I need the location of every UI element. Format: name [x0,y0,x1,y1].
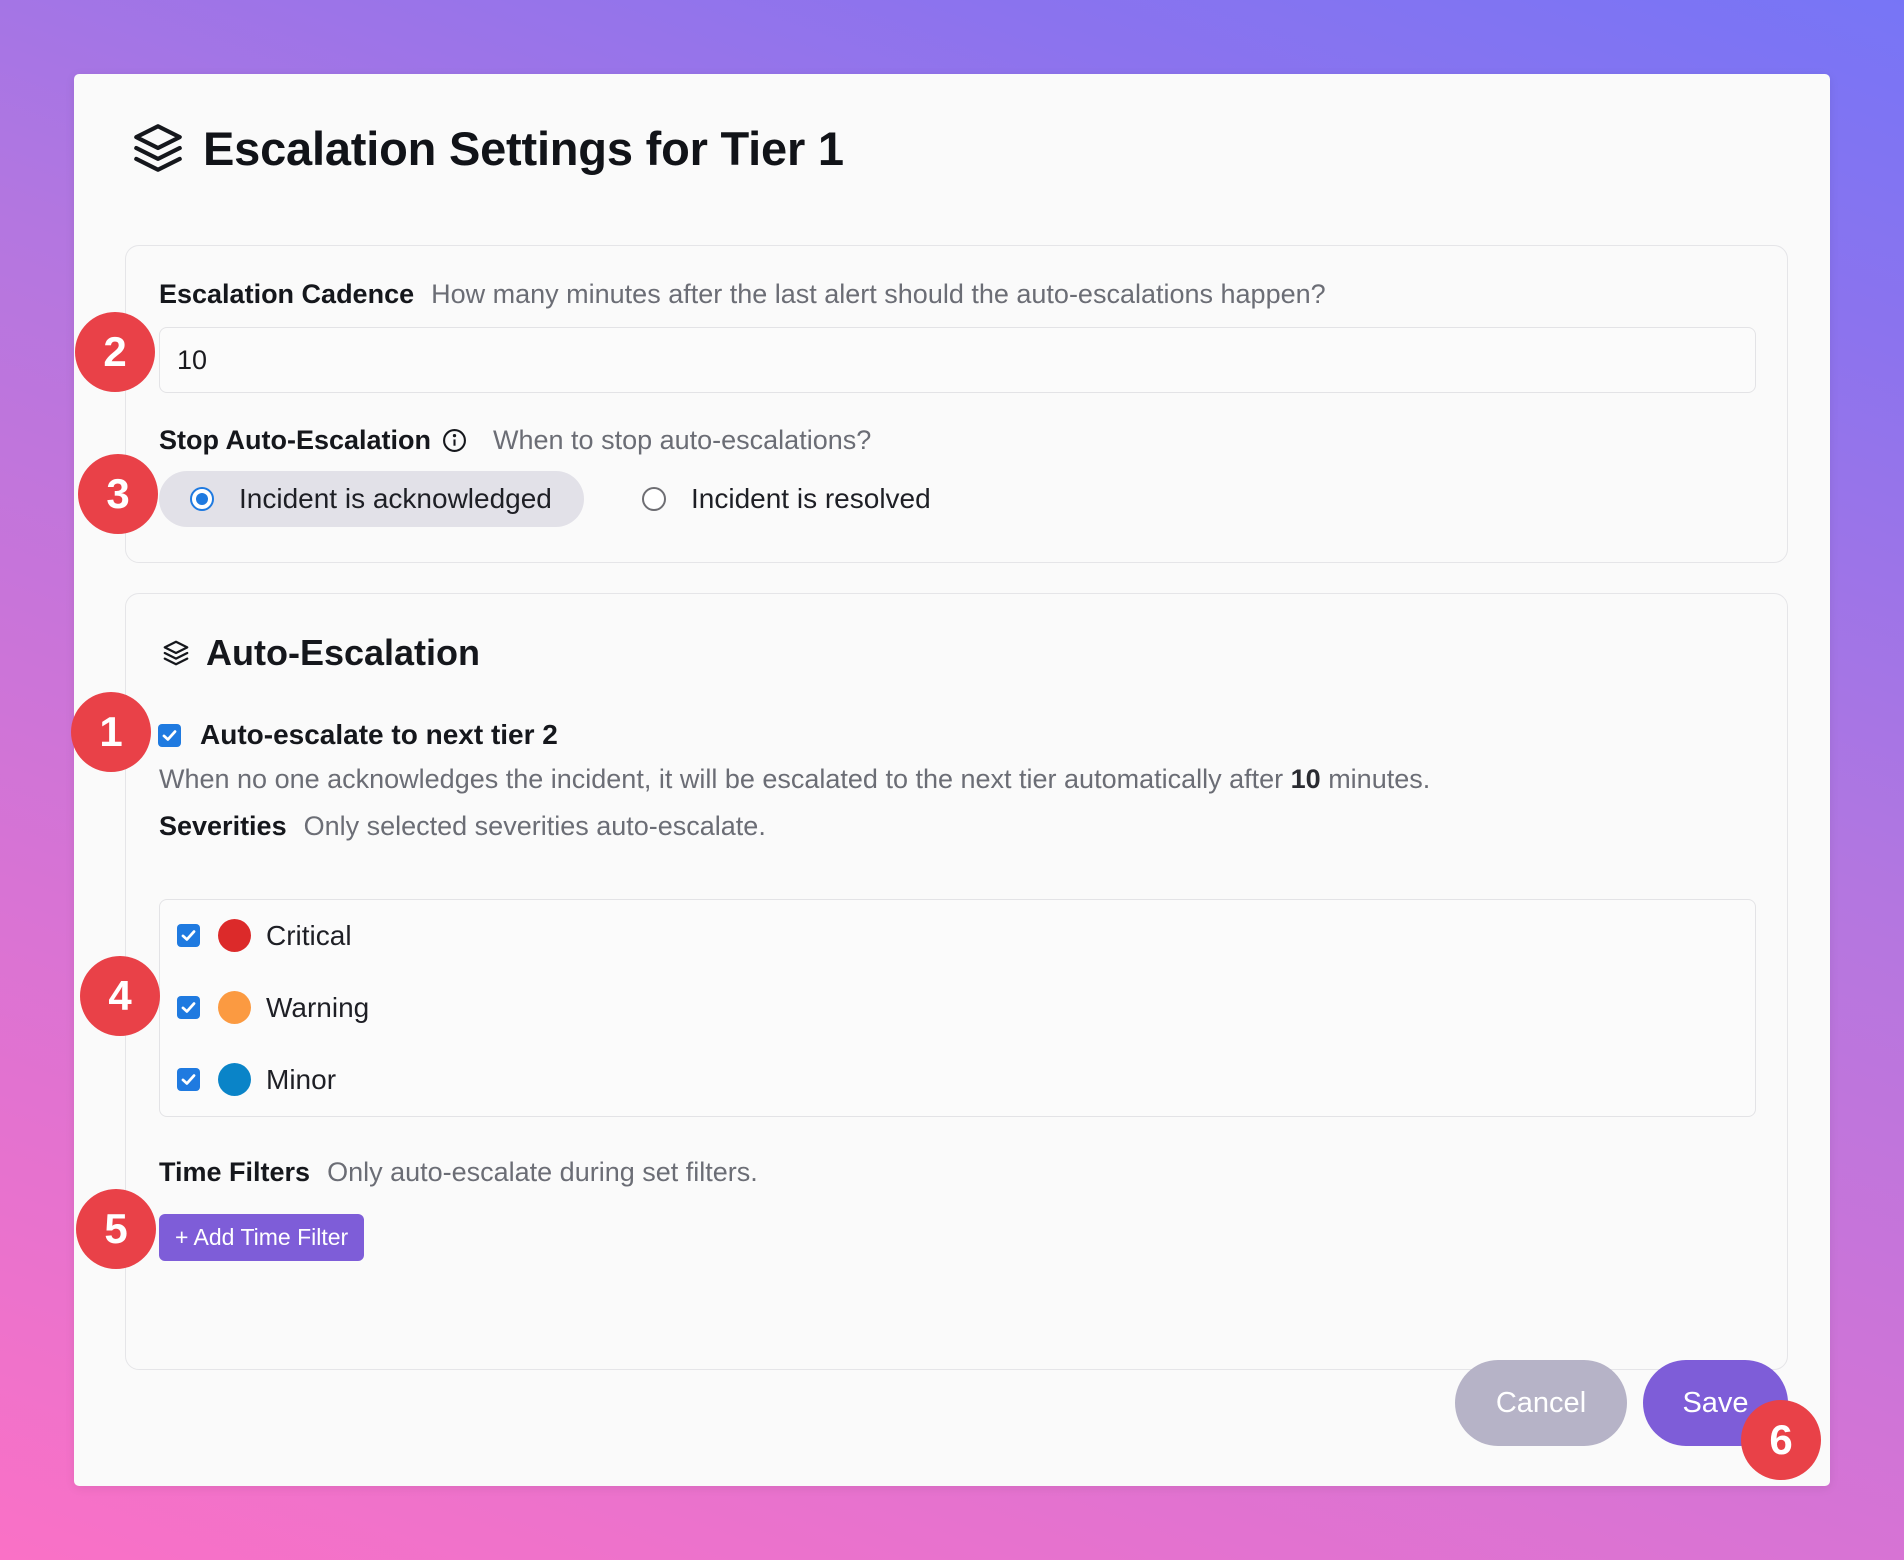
severity-critical[interactable]: Critical [177,919,352,952]
callout-badge-6: 6 [1741,1400,1821,1480]
severities-list: Critical Warning Minor [159,899,1756,1117]
radio-resolved-label: Incident is resolved [691,483,931,514]
auto-escalation-header: Auto-Escalation [161,632,480,674]
cadence-panel: Escalation Cadence How many minutes afte… [125,245,1788,563]
stop-hint: When to stop auto-escalations? [493,425,872,455]
add-time-filter-button[interactable]: + Add Time Filter [159,1214,365,1261]
layers-icon [163,640,189,666]
cadence-hint: How many minutes after the last alert sh… [431,279,1326,309]
auto-escalate-label: Auto-escalate to next tier 2 [200,719,558,750]
callout-badge-3: 3 [78,454,158,534]
severity-critical-dot [218,919,251,952]
callout-badge-2: 2 [75,312,155,392]
check-icon [181,930,196,941]
radio-indicator-on[interactable] [190,487,214,511]
dialog-header: Escalation Settings for Tier 1 [129,119,844,177]
check-icon [181,1074,196,1085]
cadence-label: Escalation Cadence [159,279,415,309]
severity-minor-checkbox[interactable] [177,1068,200,1091]
severity-critical-label: Critical [266,919,352,951]
time-filters-label: Time Filters [159,1157,311,1187]
severity-warning[interactable]: Warning [177,991,369,1024]
auto-escalate-option[interactable]: Auto-escalate to next tier 2 [158,719,558,751]
info-icon[interactable] [442,428,467,453]
cancel-button[interactable]: Cancel [1455,1360,1627,1446]
callout-badge-1: 1 [71,692,151,772]
layers-icon [134,124,182,172]
severity-critical-checkbox[interactable] [177,924,200,947]
severities-label: Severities [159,811,287,841]
severity-warning-checkbox[interactable] [177,996,200,1019]
auto-escalate-checkbox[interactable] [158,723,181,747]
radio-acknowledged-label: Incident is acknowledged [239,483,552,514]
cadence-label-row: Escalation Cadence How many minutes afte… [159,279,1326,310]
desc-minutes: 10 [1290,764,1321,794]
stop-label-row: Stop Auto-Escalation When to stop auto-e… [159,425,871,456]
auto-escalate-description: When no one acknowledges the incident, i… [159,764,1430,795]
escalation-dialog: Escalation Settings for Tier 1 Escalatio… [74,74,1830,1486]
severity-warning-dot [218,991,251,1024]
dialog-title: Escalation Settings for Tier 1 [203,121,844,175]
radio-acknowledged[interactable]: Incident is acknowledged [159,471,584,527]
callout-badge-5: 5 [76,1189,156,1269]
severities-hint: Only selected severities auto-escalate. [303,811,766,841]
severity-minor[interactable]: Minor [177,1063,336,1096]
radio-resolved[interactable]: Incident is resolved [642,471,931,527]
auto-escalation-panel: Auto-Escalation Auto-escalate to next ti… [125,593,1788,1370]
check-icon [162,729,177,741]
desc-suffix: minutes. [1320,764,1431,794]
severity-warning-label: Warning [266,991,370,1023]
severity-minor-label: Minor [266,1063,337,1095]
callout-badge-4: 4 [80,956,160,1036]
cadence-input[interactable]: 10 [159,327,1756,393]
stop-label: Stop Auto-Escalation [159,425,432,455]
auto-escalation-title: Auto-Escalation [206,632,481,673]
check-icon [181,1002,196,1013]
severity-minor-dot [218,1063,251,1096]
severities-label-row: Severities Only selected severities auto… [159,811,766,842]
time-filters-label-row: Time Filters Only auto-escalate during s… [159,1157,758,1188]
radio-indicator-off[interactable] [642,487,666,511]
time-filters-hint: Only auto-escalate during set filters. [327,1157,758,1187]
desc-prefix: When no one acknowledges the incident, i… [159,764,1291,794]
